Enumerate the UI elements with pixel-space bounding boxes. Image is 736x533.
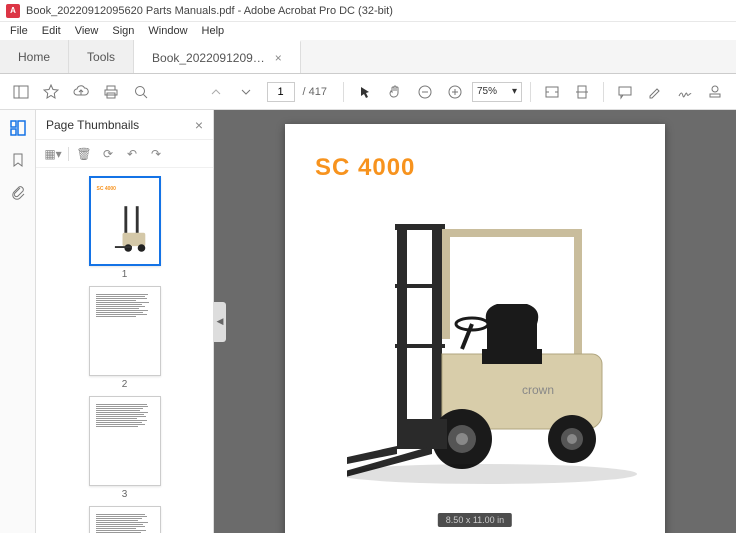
pointer-icon[interactable] [352, 79, 378, 105]
zoom-value: 75% [477, 86, 497, 97]
document-title: SC 4000 [315, 154, 635, 182]
menu-view[interactable]: View [69, 23, 105, 39]
comment-icon[interactable] [612, 79, 638, 105]
thumbnail-item[interactable]: 3 [86, 396, 164, 500]
thumbnails-panel: Page Thumbnails × ▦▾ 🗑 ⟳ ↶ ↷ SC 4000 1 [36, 110, 214, 533]
thumbnail-page-1[interactable]: SC 4000 [89, 176, 161, 266]
fit-page-icon[interactable] [569, 79, 595, 105]
menu-sign[interactable]: Sign [106, 23, 140, 39]
tab-tools[interactable]: Tools [69, 40, 134, 73]
pdf-icon: A [6, 4, 20, 18]
tab-home[interactable]: Home [0, 40, 69, 73]
chevron-down-icon: ▾ [512, 86, 517, 97]
tab-document-label: Book_2022091209… [152, 51, 265, 65]
document-viewer[interactable]: ◀ SC 4000 [214, 110, 736, 533]
main-area: Page Thumbnails × ▦▾ 🗑 ⟳ ↶ ↷ SC 4000 1 [0, 110, 736, 533]
left-rail [0, 110, 36, 533]
main-toolbar: / 417 75% ▾ [0, 74, 736, 110]
thumb-rotate-icon[interactable]: ⟳ [99, 145, 117, 163]
thumbnail-item[interactable]: 4 [86, 506, 164, 533]
thumb-options-icon[interactable]: ▦▾ [44, 145, 62, 163]
thumb-undo-icon[interactable]: ↶ [123, 145, 141, 163]
thumbnail-page-4[interactable] [89, 506, 161, 533]
attachment-rail-icon[interactable] [8, 182, 28, 202]
menu-edit[interactable]: Edit [36, 23, 67, 39]
zoom-out-icon[interactable] [412, 79, 438, 105]
highlight-icon[interactable] [642, 79, 668, 105]
menu-file[interactable]: File [4, 23, 34, 39]
page-up-icon[interactable] [203, 79, 229, 105]
hand-icon[interactable] [382, 79, 408, 105]
thumbnail-item[interactable]: 2 [86, 286, 164, 390]
zoom-select[interactable]: 75% ▾ [472, 82, 522, 102]
thumbnail-item[interactable]: SC 4000 1 [86, 176, 164, 280]
collapse-handle-icon[interactable]: ◀ [214, 302, 226, 342]
thumb-redo-icon[interactable]: ↷ [147, 145, 165, 163]
menu-window[interactable]: Window [142, 23, 193, 39]
title-bar: A Book_20220912095620 Parts Manuals.pdf … [0, 0, 736, 22]
menu-help[interactable]: Help [196, 23, 231, 39]
star-icon[interactable] [38, 79, 64, 105]
sidebar-toggle-icon[interactable] [8, 79, 34, 105]
thumbnails-list[interactable]: SC 4000 1 2 3 4 [36, 168, 213, 533]
cloud-icon[interactable] [68, 79, 94, 105]
search-icon[interactable] [128, 79, 154, 105]
signature-icon[interactable] [672, 79, 698, 105]
thumbnails-header: Page Thumbnails × [36, 110, 213, 140]
zoom-in-icon[interactable] [442, 79, 468, 105]
page-down-icon[interactable] [233, 79, 259, 105]
thumbnails-rail-icon[interactable] [8, 118, 28, 138]
tab-document[interactable]: Book_2022091209… × [134, 40, 301, 73]
window-title: Book_20220912095620 Parts Manuals.pdf - … [26, 5, 393, 17]
forklift-image: crown [347, 214, 647, 494]
thumbnail-page-3[interactable] [89, 396, 161, 486]
page-dimensions-badge: 8.50 x 11.00 in [438, 513, 512, 527]
thumbnails-tools: ▦▾ 🗑 ⟳ ↶ ↷ [36, 140, 213, 168]
thumbnail-number: 3 [122, 489, 128, 500]
fit-width-icon[interactable] [539, 79, 565, 105]
thumbnail-number: 1 [122, 269, 128, 280]
thumbnails-close-icon[interactable]: × [195, 117, 203, 133]
thumbnails-title: Page Thumbnails [46, 118, 139, 132]
svg-text:crown: crown [522, 383, 554, 397]
thumb-delete-icon[interactable]: 🗑 [75, 145, 93, 163]
thumbnail-number: 2 [122, 379, 128, 390]
page-number-input[interactable] [267, 82, 295, 102]
bookmark-rail-icon[interactable] [8, 150, 28, 170]
menu-bar: File Edit View Sign Window Help [0, 22, 736, 40]
tab-close-icon[interactable]: × [275, 51, 282, 65]
pdf-page: SC 4000 [285, 124, 665, 533]
stamp-icon[interactable] [702, 79, 728, 105]
print-icon[interactable] [98, 79, 124, 105]
tab-bar: Home Tools Book_2022091209… × [0, 40, 736, 74]
page-total-label: / 417 [303, 86, 327, 98]
thumbnail-page-2[interactable] [89, 286, 161, 376]
